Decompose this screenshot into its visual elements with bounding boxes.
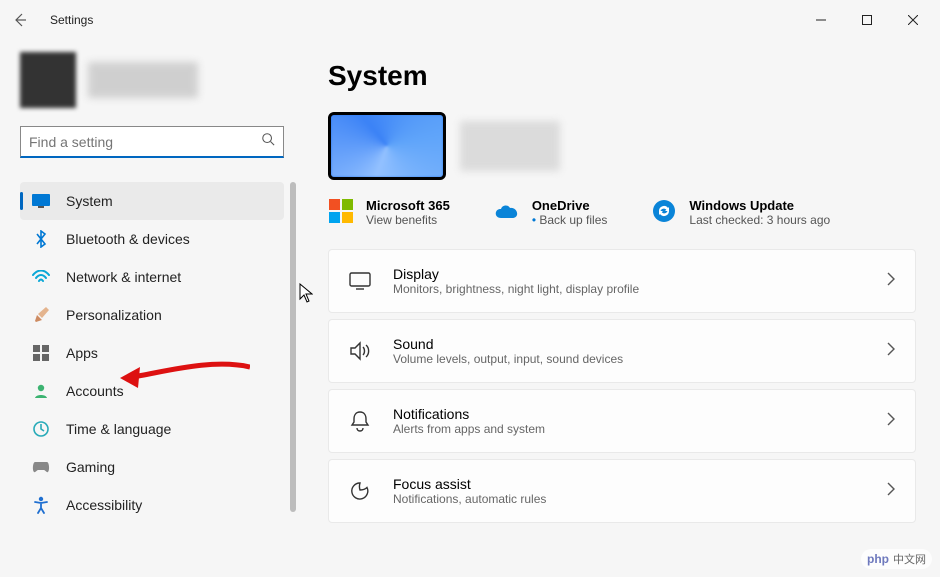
chevron-right-icon (887, 272, 895, 291)
bluetooth-icon (32, 230, 50, 248)
sidebar-item-label: Time & language (66, 421, 171, 437)
window-title: Settings (50, 13, 93, 27)
minimize-button[interactable] (798, 4, 844, 36)
status-windows-update[interactable]: Windows Update Last checked: 3 hours ago (651, 198, 830, 227)
titlebar: Settings (0, 0, 940, 40)
user-name-redacted (88, 62, 198, 98)
status-sub: View benefits (366, 213, 450, 227)
card-sound[interactable]: Sound Volume levels, output, input, soun… (328, 319, 916, 383)
watermark-text: 中文网 (893, 551, 926, 567)
user-account-block[interactable] (20, 50, 284, 110)
sidebar-item-bluetooth[interactable]: Bluetooth & devices (20, 220, 284, 258)
settings-cards: Display Monitors, brightness, night ligh… (328, 249, 916, 523)
sidebar: System Bluetooth & devices Network & int… (0, 40, 300, 577)
device-row (328, 112, 916, 180)
window-controls (798, 4, 936, 36)
sidebar-item-accounts[interactable]: Accounts (20, 372, 284, 410)
notifications-icon (349, 410, 371, 432)
card-title: Display (393, 266, 639, 282)
personalization-icon (32, 306, 50, 324)
avatar (20, 52, 76, 108)
status-onedrive[interactable]: OneDrive • Back up files (494, 198, 608, 227)
chevron-right-icon (887, 482, 895, 501)
gaming-icon (32, 458, 50, 476)
status-title: Windows Update (689, 198, 830, 213)
card-desc: Monitors, brightness, night light, displ… (393, 282, 639, 296)
watermark-brand: php (867, 552, 889, 566)
sidebar-item-time-language[interactable]: Time & language (20, 410, 284, 448)
watermark: php 中文网 (861, 549, 932, 569)
windows-update-icon (651, 198, 677, 224)
card-desc: Alerts from apps and system (393, 422, 545, 436)
sidebar-item-label: Personalization (66, 307, 162, 323)
page-title: System (328, 60, 916, 92)
network-icon (32, 268, 50, 286)
search-icon (261, 132, 275, 151)
sidebar-nav: System Bluetooth & devices Network & int… (20, 182, 284, 577)
search-box[interactable] (20, 126, 284, 158)
sidebar-item-label: System (66, 193, 113, 209)
card-title: Notifications (393, 406, 545, 422)
card-desc: Volume levels, output, input, sound devi… (393, 352, 623, 366)
sidebar-item-label: Accessibility (66, 497, 142, 513)
card-title: Focus assist (393, 476, 546, 492)
apps-icon (32, 344, 50, 362)
onedrive-icon (494, 198, 520, 224)
status-title: Microsoft 365 (366, 198, 450, 213)
card-focus-assist[interactable]: Focus assist Notifications, automatic ru… (328, 459, 916, 523)
content-area: System Bluetooth & devices Network & int… (0, 40, 940, 577)
sidebar-item-accessibility[interactable]: Accessibility (20, 486, 284, 524)
back-button[interactable] (4, 4, 36, 36)
close-icon (908, 15, 918, 25)
sidebar-item-label: Network & internet (66, 269, 181, 285)
status-sub: Last checked: 3 hours ago (689, 213, 830, 227)
card-notifications[interactable]: Notifications Alerts from apps and syste… (328, 389, 916, 453)
close-button[interactable] (890, 4, 936, 36)
sidebar-item-system[interactable]: System (20, 182, 284, 220)
system-icon (32, 192, 50, 210)
back-arrow-icon (12, 12, 28, 28)
minimize-icon (816, 15, 826, 25)
sidebar-item-label: Accounts (66, 383, 124, 399)
display-icon (349, 270, 371, 292)
microsoft-365-icon (328, 198, 354, 224)
device-thumbnail[interactable] (328, 112, 446, 180)
card-desc: Notifications, automatic rules (393, 492, 546, 506)
card-title: Sound (393, 336, 623, 352)
chevron-right-icon (887, 342, 895, 361)
device-name-redacted (460, 121, 560, 171)
sidebar-item-label: Gaming (66, 459, 115, 475)
status-title: OneDrive (532, 198, 608, 213)
maximize-button[interactable] (844, 4, 890, 36)
status-sub: • Back up files (532, 213, 608, 227)
status-row: Microsoft 365 View benefits OneDrive • B… (328, 198, 916, 227)
status-microsoft-365[interactable]: Microsoft 365 View benefits (328, 198, 450, 227)
sidebar-item-label: Apps (66, 345, 98, 361)
sound-icon (349, 340, 371, 362)
sidebar-item-apps[interactable]: Apps (20, 334, 284, 372)
search-input[interactable] (29, 134, 261, 150)
chevron-right-icon (887, 412, 895, 431)
sidebar-item-network[interactable]: Network & internet (20, 258, 284, 296)
sidebar-item-personalization[interactable]: Personalization (20, 296, 284, 334)
time-language-icon (32, 420, 50, 438)
sidebar-item-label: Bluetooth & devices (66, 231, 190, 247)
sidebar-scrollbar[interactable] (290, 182, 296, 512)
accessibility-icon (32, 496, 50, 514)
sidebar-item-gaming[interactable]: Gaming (20, 448, 284, 486)
maximize-icon (862, 15, 872, 25)
focus-assist-icon (349, 480, 371, 502)
accounts-icon (32, 382, 50, 400)
card-display[interactable]: Display Monitors, brightness, night ligh… (328, 249, 916, 313)
main-pane: System Microsoft 365 View benefits OneDr… (300, 40, 940, 577)
